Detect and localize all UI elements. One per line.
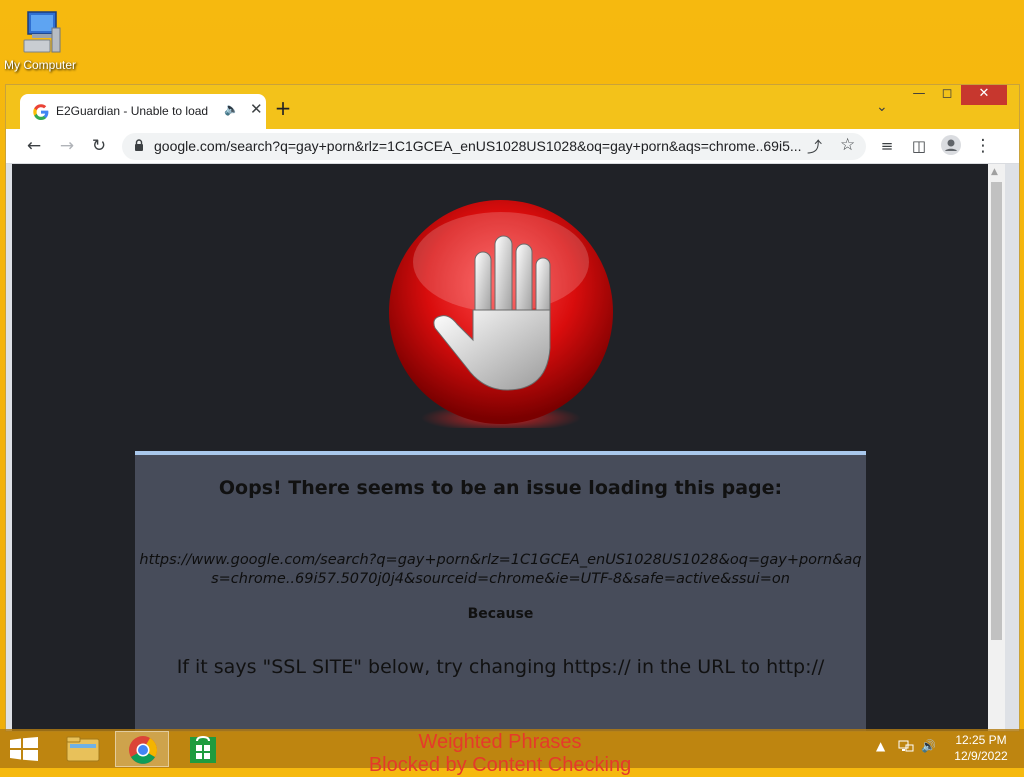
stop-hand-icon (389, 200, 613, 428)
error-panel: Oops! There seems to be an issue loading… (135, 451, 866, 731)
reload-icon[interactable]: ↻ (88, 135, 110, 157)
store-taskbar-button[interactable] (176, 731, 230, 767)
maximize-button[interactable]: ◻ (934, 85, 960, 105)
page-content: Oops! There seems to be an issue loading… (12, 164, 988, 731)
back-arrow-icon[interactable]: ← (23, 135, 45, 157)
blocked-url: https://www.google.com/search?q=gay+porn… (139, 552, 862, 587)
network-icon[interactable] (898, 739, 914, 756)
error-heading: Oops! There seems to be an issue loading… (218, 477, 783, 499)
my-computer-label: My Computer (3, 58, 77, 72)
menu-dots-icon[interactable]: ⋮ (972, 135, 994, 157)
browser-window: E2Guardian - Unable to load 🔈 ✕ + ⌄ — ◻ … (5, 84, 1020, 732)
tab-title: E2Guardian - Unable to load (56, 104, 209, 118)
taskbar: Weighted Phrases Blocked by Content Chec… (0, 729, 1024, 776)
profile-avatar-icon[interactable] (940, 135, 962, 157)
forward-arrow-icon[interactable]: → (56, 135, 78, 157)
close-tab-icon[interactable]: ✕ (250, 100, 263, 118)
my-computer-desktop-icon[interactable]: My Computer (2, 8, 78, 72)
clock-time: 12:25 PM (955, 733, 1007, 747)
close-window-button[interactable]: ✕ (961, 85, 1007, 105)
ssl-hint: If it says "SSL SITE" below, try changin… (176, 656, 825, 678)
address-bar[interactable]: google.com/search?q=gay+porn&rlz=1C1GCEA… (122, 133, 866, 160)
bookmark-star-icon[interactable]: ☆ (840, 135, 855, 155)
scroll-thumb[interactable] (991, 182, 1002, 640)
volume-icon[interactable]: 🔊 (921, 739, 936, 753)
lock-icon (135, 139, 143, 151)
store-icon (190, 735, 216, 763)
because-label: Because (467, 606, 534, 622)
side-panel-icon[interactable]: ◫ (908, 135, 930, 157)
scroll-up-icon[interactable]: ▲ (991, 167, 998, 177)
browser-toolbar: ← → ↻ google.com/search?q=gay+porn&rlz=1… (6, 129, 1019, 164)
folder-icon (66, 736, 100, 762)
google-favicon-icon (33, 104, 49, 120)
new-tab-button[interactable]: + (272, 98, 294, 118)
chrome-taskbar-button[interactable] (115, 731, 169, 767)
windows-start-icon[interactable] (10, 737, 38, 761)
computer-icon (18, 8, 62, 58)
minimize-button[interactable]: — (906, 85, 932, 105)
reading-list-icon[interactable]: ≡ (876, 135, 898, 157)
speaker-icon[interactable]: 🔈 (224, 102, 239, 116)
active-tab[interactable]: E2Guardian - Unable to load 🔈 ✕ (20, 94, 266, 129)
url-text: google.com/search?q=gay+porn&rlz=1C1GCEA… (154, 138, 802, 154)
chrome-icon (129, 736, 157, 764)
share-icon[interactable]: ⤴ (807, 136, 822, 157)
vertical-scrollbar[interactable]: ▲ (988, 164, 1005, 731)
clock-date: 12/9/2022 (954, 749, 1008, 763)
show-hidden-icons-icon[interactable]: ▲ (876, 739, 885, 753)
file-explorer-taskbar-button[interactable] (56, 731, 110, 767)
tab-search-chevron-icon[interactable]: ⌄ (876, 99, 888, 115)
system-clock[interactable]: 12:25 PM 12/9/2022 (948, 732, 1014, 764)
